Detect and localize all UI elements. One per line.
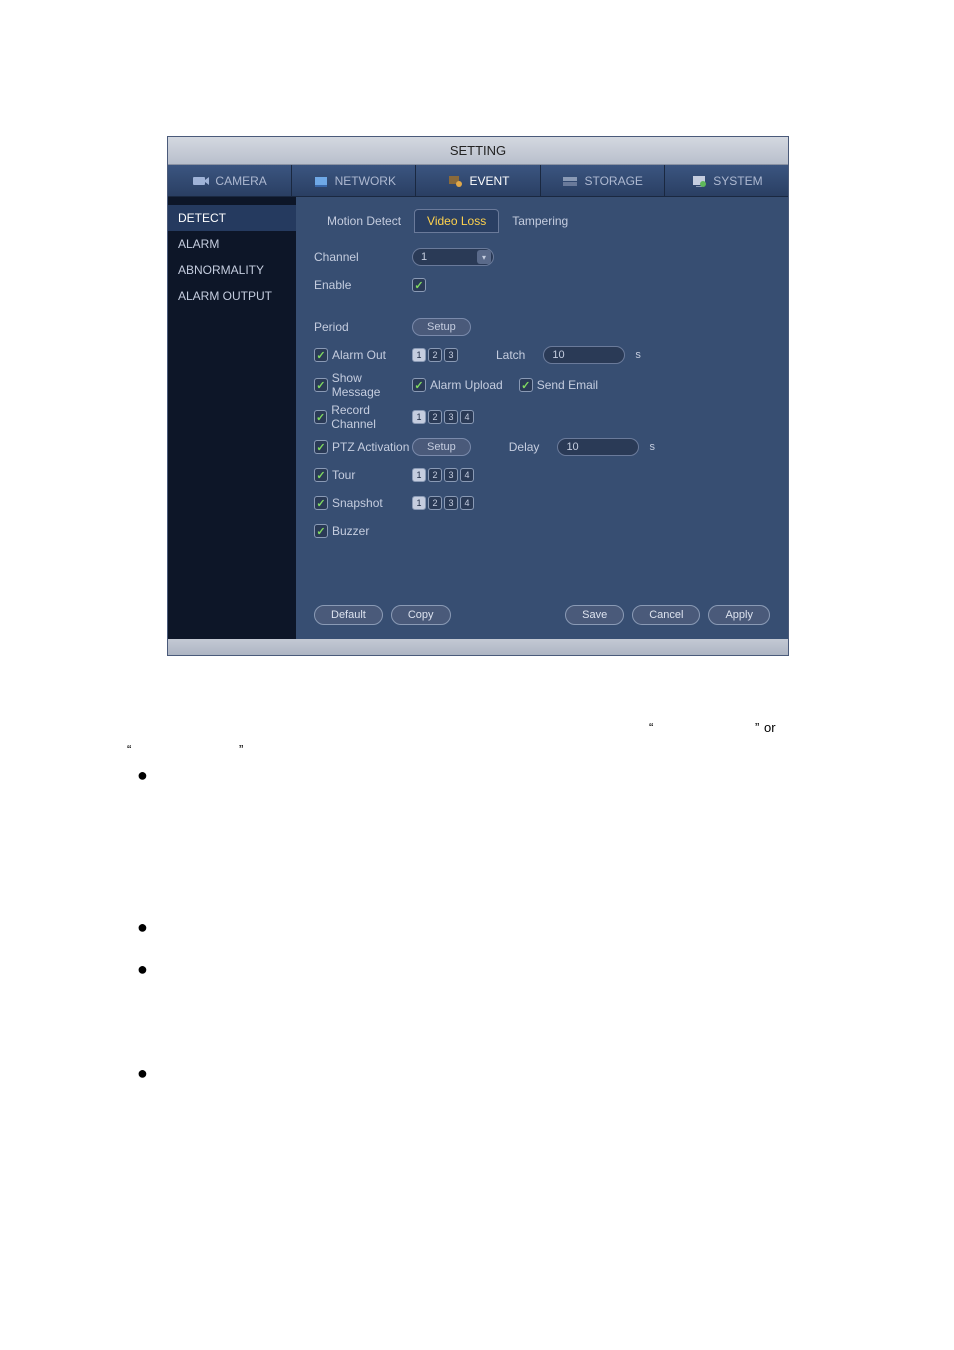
nav-camera[interactable]: CAMERA xyxy=(168,165,292,196)
label-buzzer: Buzzer xyxy=(332,524,369,538)
event-icon xyxy=(447,174,465,188)
buzzer-checkbox[interactable] xyxy=(314,524,328,538)
save-button[interactable]: Save xyxy=(565,605,624,625)
snapshot-channels: 1 2 3 4 xyxy=(412,496,474,510)
title-bar: SETTING xyxy=(168,137,788,165)
snapshot-checkbox[interactable] xyxy=(314,496,328,510)
label-enable: Enable xyxy=(314,278,412,292)
label-alarm-out: Alarm Out xyxy=(332,348,386,362)
ptz-activation-checkbox[interactable] xyxy=(314,440,328,454)
label-tour: Tour xyxy=(332,468,355,482)
snapshot-ch-2[interactable]: 2 xyxy=(428,496,442,510)
nav-network[interactable]: NETWORK xyxy=(292,165,416,196)
nav-storage[interactable]: STORAGE xyxy=(541,165,665,196)
bullet-1: ● xyxy=(137,766,148,784)
top-nav: CAMERA NETWORK EVENT STORAGE SYSTEM xyxy=(168,165,788,197)
sidebar-item-alarm-output[interactable]: ALARM OUTPUT xyxy=(168,283,296,309)
nav-label: STORAGE xyxy=(584,174,642,188)
enable-checkbox[interactable] xyxy=(412,278,426,292)
label-show-message: Show Message xyxy=(332,371,412,399)
quote-close-1: ” xyxy=(755,720,759,735)
label-ptz-activation: PTZ Activation xyxy=(332,440,409,454)
alarm-out-checkbox[interactable] xyxy=(314,348,328,362)
alarm-out-3[interactable]: 3 xyxy=(444,348,458,362)
nav-event[interactable]: EVENT xyxy=(416,165,540,196)
subtab-tampering[interactable]: Tampering xyxy=(499,209,581,233)
snapshot-ch-3[interactable]: 3 xyxy=(444,496,458,510)
subtab-motion-detect[interactable]: Motion Detect xyxy=(314,209,414,233)
snapshot-ch-4[interactable]: 4 xyxy=(460,496,474,510)
alarm-upload-checkbox[interactable] xyxy=(412,378,426,392)
bullet-2: ● xyxy=(137,918,148,936)
delay-input[interactable]: 10 xyxy=(557,438,639,456)
label-snapshot: Snapshot xyxy=(332,496,383,510)
quote-open-1: “ xyxy=(649,720,653,735)
label-send-email: Send Email xyxy=(537,378,598,392)
quote-close-2: ” xyxy=(239,742,243,757)
sidebar-item-alarm[interactable]: ALARM xyxy=(168,231,296,257)
label-alarm-upload: Alarm Upload xyxy=(430,378,503,392)
bullet-4: ● xyxy=(137,1064,148,1082)
record-ch-2[interactable]: 2 xyxy=(428,410,442,424)
tour-ch-3[interactable]: 3 xyxy=(444,468,458,482)
apply-button[interactable]: Apply xyxy=(708,605,770,625)
surrounding-text-or: or xyxy=(764,720,776,735)
nav-label: SYSTEM xyxy=(713,174,762,188)
label-delay: Delay xyxy=(509,440,540,454)
tour-ch-4[interactable]: 4 xyxy=(460,468,474,482)
chevron-down-icon: ▾ xyxy=(477,250,491,264)
ptz-setup-button[interactable]: Setup xyxy=(412,438,471,456)
settings-window: SETTING CAMERA NETWORK EVENT STORAGE xyxy=(167,136,789,656)
content-panel: Motion Detect Video Loss Tampering Chann… xyxy=(296,197,788,639)
network-icon xyxy=(312,174,330,188)
system-icon xyxy=(690,174,708,188)
camera-icon xyxy=(192,174,210,188)
tour-ch-1[interactable]: 1 xyxy=(412,468,426,482)
main-area: DETECT ALARM ABNORMALITY ALARM OUTPUT Mo… xyxy=(168,197,788,639)
alarm-out-2[interactable]: 2 xyxy=(428,348,442,362)
tour-channels: 1 2 3 4 xyxy=(412,468,474,482)
snapshot-ch-1[interactable]: 1 xyxy=(412,496,426,510)
channel-dropdown[interactable]: 1 ▾ xyxy=(412,248,494,266)
dropdown-value: 1 xyxy=(421,251,427,263)
sidebar: DETECT ALARM ABNORMALITY ALARM OUTPUT xyxy=(168,197,296,639)
cancel-button[interactable]: Cancel xyxy=(632,605,700,625)
nav-system[interactable]: SYSTEM xyxy=(665,165,788,196)
window-title: SETTING xyxy=(450,143,506,158)
nav-label: CAMERA xyxy=(215,174,266,188)
show-message-checkbox[interactable] xyxy=(314,378,328,392)
subtab-video-loss[interactable]: Video Loss xyxy=(414,209,499,233)
sub-tabs: Motion Detect Video Loss Tampering xyxy=(314,209,770,233)
sidebar-item-abnormality[interactable]: ABNORMALITY xyxy=(168,257,296,283)
footer-buttons: Default Copy Save Cancel Apply xyxy=(314,605,770,625)
record-ch-3[interactable]: 3 xyxy=(444,410,458,424)
alarm-out-1[interactable]: 1 xyxy=(412,348,426,362)
latch-unit: s xyxy=(635,349,641,361)
default-button[interactable]: Default xyxy=(314,605,383,625)
record-ch-1[interactable]: 1 xyxy=(412,410,426,424)
tour-checkbox[interactable] xyxy=(314,468,328,482)
alarm-out-channels: 1 2 3 xyxy=(412,348,458,362)
label-record-channel: Record Channel xyxy=(331,403,412,431)
label-period: Period xyxy=(314,320,412,334)
quote-open-2: “ xyxy=(127,742,131,757)
nav-label: EVENT xyxy=(470,174,510,188)
record-ch-4[interactable]: 4 xyxy=(460,410,474,424)
latch-input[interactable]: 10 xyxy=(543,346,625,364)
nav-label: NETWORK xyxy=(335,174,396,188)
bullet-3: ● xyxy=(137,960,148,978)
delay-unit: s xyxy=(649,441,655,453)
record-channel-checkbox[interactable] xyxy=(314,410,327,424)
copy-button[interactable]: Copy xyxy=(391,605,451,625)
storage-icon xyxy=(561,174,579,188)
label-channel: Channel xyxy=(314,250,412,264)
window-bottom-border xyxy=(168,639,788,655)
tour-ch-2[interactable]: 2 xyxy=(428,468,442,482)
record-channels: 1 2 3 4 xyxy=(412,410,474,424)
label-latch: Latch xyxy=(496,348,525,362)
sidebar-item-detect[interactable]: DETECT xyxy=(168,205,296,231)
send-email-checkbox[interactable] xyxy=(519,378,533,392)
period-setup-button[interactable]: Setup xyxy=(412,318,471,336)
